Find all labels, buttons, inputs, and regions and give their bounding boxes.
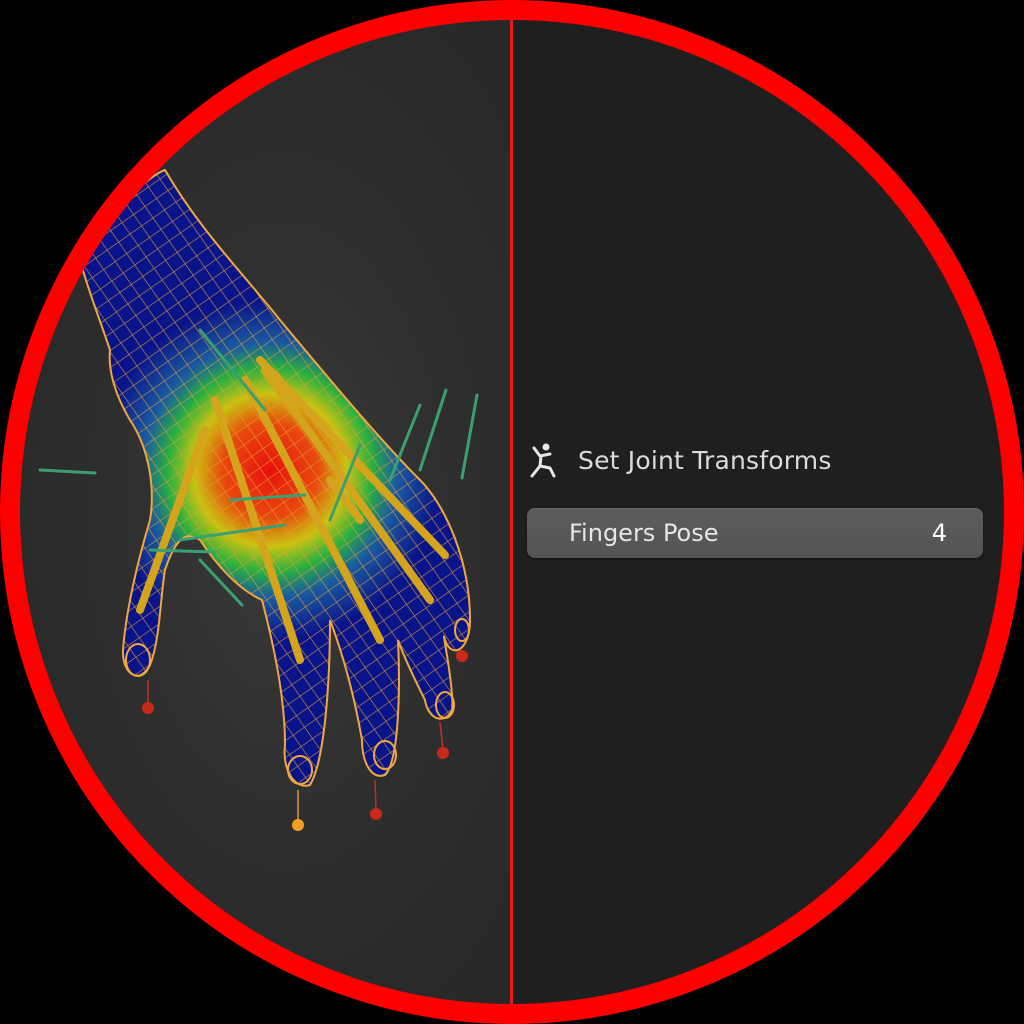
fingers-pose-label: Fingers Pose <box>569 519 719 547</box>
3d-viewport[interactable] <box>10 10 510 1014</box>
fingers-pose-field[interactable]: Fingers Pose 4 <box>527 508 983 558</box>
operator-title: Set Joint Transforms <box>578 445 832 475</box>
hand-weight-paint-render <box>38 169 479 831</box>
operator-header: Set Joint Transforms <box>520 438 832 482</box>
hand-mesh <box>80 170 470 786</box>
fingers-pose-value: 4 <box>931 519 947 547</box>
armature-pose-icon <box>530 443 556 478</box>
